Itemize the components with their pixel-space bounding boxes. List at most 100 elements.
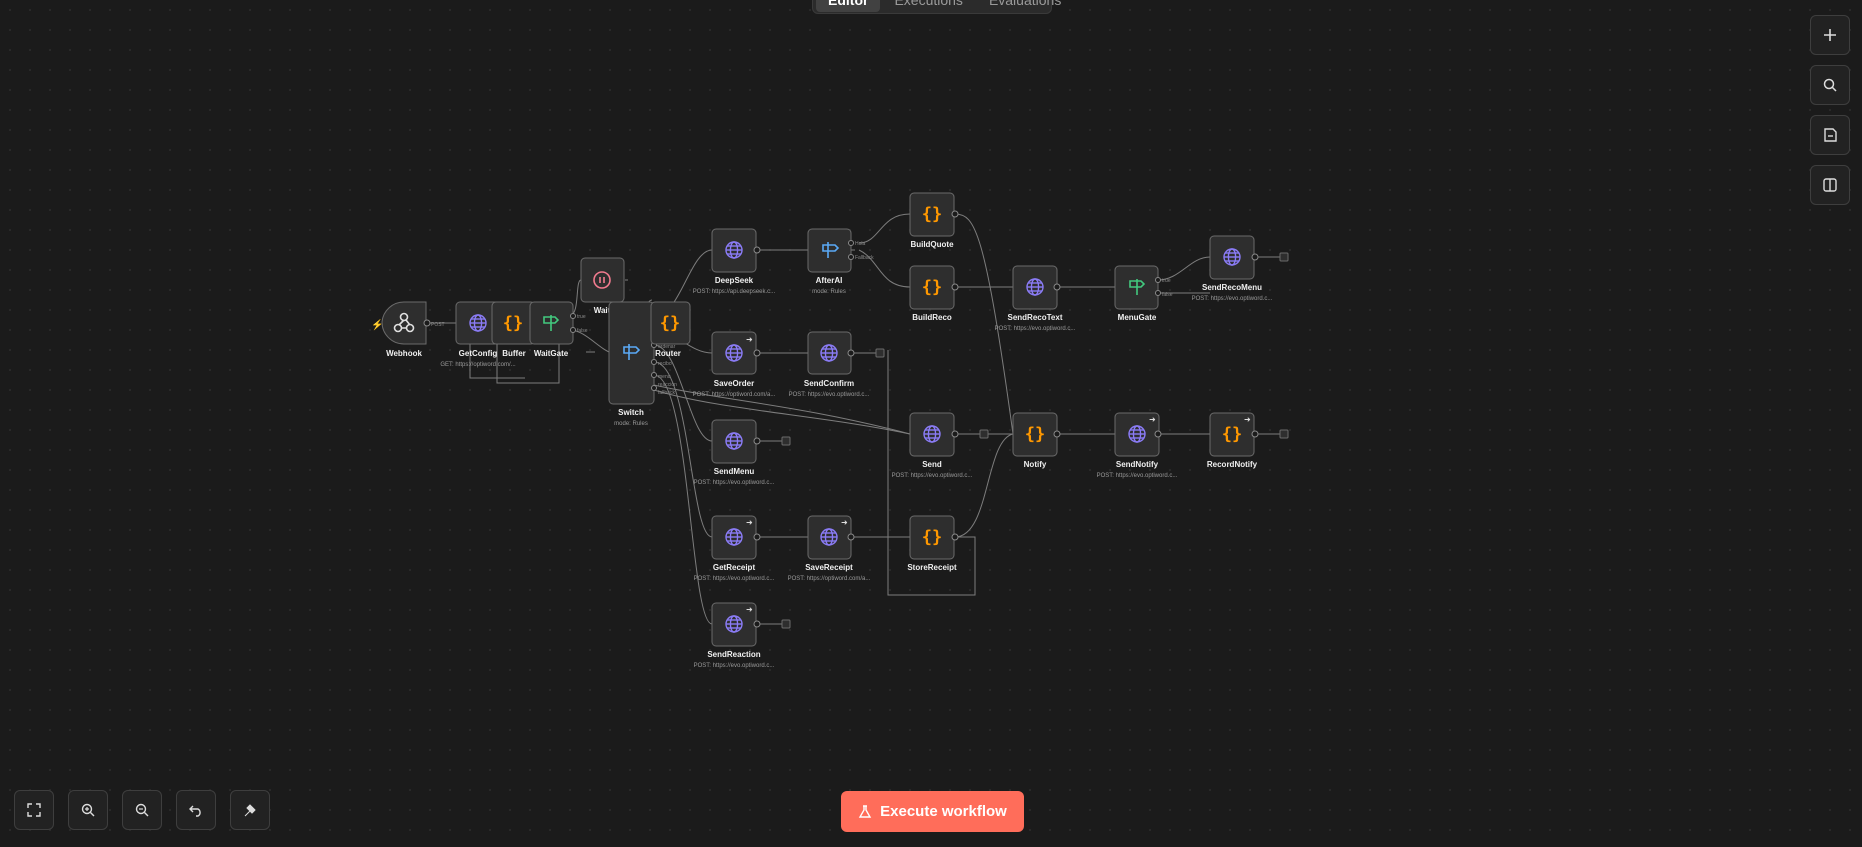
add-node-icon[interactable] <box>781 619 791 629</box>
svg-text:Send: Send <box>922 460 942 469</box>
svg-text:Fallback: Fallback <box>855 255 874 261</box>
node-send[interactable]: Send POST: https://evo.optiword.c... <box>892 412 989 479</box>
search-button[interactable] <box>1810 65 1850 105</box>
zoom-out-icon <box>135 803 149 817</box>
svg-text:POST: https://evo.optiword.c..: POST: https://evo.optiword.c... <box>1192 296 1273 302</box>
svg-text:RecordNotify: RecordNotify <box>1207 460 1258 469</box>
arrow-icon: ➜ <box>1244 415 1251 424</box>
svg-text:Buffer: Buffer <box>502 349 526 358</box>
fit-view-button[interactable] <box>14 790 54 830</box>
svg-text:GetReceipt: GetReceipt <box>713 563 756 572</box>
svg-text:Notify: Notify <box>1024 460 1047 469</box>
svg-text:POST: POST <box>431 322 445 328</box>
node-sendnotify[interactable]: ➜ SendNotify POST: https://evo.optiword.… <box>1097 412 1178 479</box>
node-deepseek[interactable]: DeepSeek POST: https://api.deepseek.c... <box>693 228 776 295</box>
svg-text:DeepSeek: DeepSeek <box>715 276 754 285</box>
svg-text:reaccion: reaccion <box>658 382 677 388</box>
node-sendmenu[interactable]: SendMenu POST: https://evo.optiword.c... <box>694 419 791 486</box>
fit-view-icon <box>27 803 41 817</box>
svg-text:AfterAI: AfterAI <box>816 276 843 285</box>
svg-text:POST: https://api.deepseek.c..: POST: https://api.deepseek.c... <box>693 289 776 295</box>
add-node-icon[interactable] <box>979 429 989 439</box>
add-node-button[interactable] <box>1810 15 1850 55</box>
node-buffer[interactable]: Buffer <box>491 301 536 358</box>
svg-text:Webhook: Webhook <box>386 349 422 358</box>
toggle-panel-button[interactable] <box>1810 165 1850 205</box>
svg-text:POST: https://evo.optiword.c..: POST: https://evo.optiword.c... <box>789 392 870 398</box>
zoom-out-button[interactable] <box>122 790 162 830</box>
node-notify[interactable]: Notify <box>1012 412 1061 469</box>
svg-text:mode: Rules: mode: Rules <box>614 421 648 427</box>
arrow-icon: ➜ <box>746 605 753 614</box>
add-node-icon[interactable] <box>1279 252 1289 262</box>
svg-text:fallback: fallback <box>658 390 675 396</box>
svg-text:false: false <box>1162 292 1173 298</box>
svg-text:SendRecoMenu: SendRecoMenu <box>1202 283 1262 292</box>
execute-workflow-button[interactable]: Execute workflow <box>841 791 1024 832</box>
node-getreceipt[interactable]: ➜ GetReceipt POST: https://evo.optiword.… <box>694 515 775 582</box>
svg-text:SendRecoText: SendRecoText <box>1008 313 1063 322</box>
node-saveorder[interactable]: ➜ SaveOrder POST: https://optiword.com/a… <box>693 331 776 398</box>
arrow-icon: ➜ <box>841 518 848 527</box>
node-storereceipt[interactable]: StoreReceipt <box>907 515 959 572</box>
svg-text:false: false <box>577 328 588 334</box>
search-icon <box>1823 78 1837 92</box>
svg-text:true: true <box>577 314 586 320</box>
flask-icon <box>858 804 872 818</box>
undo-icon <box>189 805 201 817</box>
node-router[interactable]: Router <box>650 301 691 358</box>
arrow-icon: ➜ <box>746 518 753 527</box>
node-sendrecotext[interactable]: SendRecoText POST: https://evo.optiword.… <box>995 265 1076 332</box>
svg-text:SaveOrder: SaveOrder <box>714 379 754 388</box>
svg-text:BuildReco: BuildReco <box>912 313 952 322</box>
svg-text:Hola: Hola <box>855 241 866 247</box>
svg-text:POST: https://evo.optiword.c..: POST: https://evo.optiword.c... <box>694 663 775 669</box>
code-icon <box>659 313 681 334</box>
sticky-note-icon <box>1824 128 1837 142</box>
code-icon <box>1221 424 1243 445</box>
node-buildreco[interactable]: BuildReco <box>909 265 959 322</box>
node-menugate[interactable]: true false MenuGate <box>1114 265 1173 322</box>
svg-text:recibo: recibo <box>658 361 672 367</box>
add-node-icon[interactable] <box>1279 429 1289 439</box>
svg-text:SendMenu: SendMenu <box>714 467 755 476</box>
svg-text:Switch: Switch <box>618 408 644 417</box>
add-node-icon[interactable] <box>781 436 791 446</box>
execute-workflow-label: Execute workflow <box>880 803 1007 820</box>
arrow-icon: ➜ <box>746 335 753 344</box>
plus-icon <box>1824 29 1836 41</box>
svg-text:SendReaction: SendReaction <box>707 650 760 659</box>
svg-text:POST: https://evo.optiword.c..: POST: https://evo.optiword.c... <box>995 326 1076 332</box>
node-webhook[interactable]: ⚡ POST Webhook <box>371 301 445 358</box>
node-waitgate[interactable]: true false WaitGate <box>529 301 588 358</box>
svg-text:WaitGate: WaitGate <box>534 349 569 358</box>
arrow-icon: ➜ <box>1149 415 1156 424</box>
tidy-up-button[interactable] <box>230 790 270 830</box>
svg-text:POST: https://evo.optiword.c..: POST: https://evo.optiword.c... <box>892 473 973 479</box>
svg-text:POST: https://optiword.com/a..: POST: https://optiword.com/a... <box>788 576 871 582</box>
workflow-canvas[interactable]: {} <box>0 0 1862 847</box>
sticky-note-button[interactable] <box>1810 115 1850 155</box>
panel-icon <box>1823 178 1837 192</box>
node-recordnotify[interactable]: ➜ RecordNotify <box>1207 412 1289 469</box>
svg-text:Router: Router <box>655 349 681 358</box>
zoom-in-button[interactable] <box>68 790 108 830</box>
node-sendconfirm[interactable]: SendConfirm POST: https://evo.optiword.c… <box>789 331 885 398</box>
trigger-bolt-icon: ⚡ <box>371 318 383 331</box>
undo-button[interactable] <box>176 790 216 830</box>
code-icon <box>921 204 943 225</box>
svg-text:Wait: Wait <box>594 306 611 315</box>
node-savereceipt[interactable]: ➜ SaveReceipt POST: https://optiword.com… <box>788 515 871 582</box>
node-afterai[interactable]: Hola Fallback AfterAI mode: Rules <box>807 228 874 295</box>
add-node-icon[interactable] <box>875 348 885 358</box>
node-buildquote[interactable]: BuildQuote <box>909 192 959 249</box>
svg-text:BuildQuote: BuildQuote <box>910 240 954 249</box>
svg-text:POST: https://evo.optiword.c..: POST: https://evo.optiword.c... <box>1097 473 1178 479</box>
svg-text:SaveReceipt: SaveReceipt <box>805 563 853 572</box>
node-sendreaction[interactable]: ➜ SendReaction POST: https://evo.optiwor… <box>694 602 791 669</box>
code-icon <box>921 527 943 548</box>
node-sendrecomenu[interactable]: SendRecoMenu POST: https://evo.optiword.… <box>1192 235 1289 302</box>
svg-text:GET: https://optiword.com/...: GET: https://optiword.com/... <box>440 362 516 368</box>
zoom-in-icon <box>81 803 95 817</box>
svg-text:GetConfig: GetConfig <box>459 349 498 358</box>
